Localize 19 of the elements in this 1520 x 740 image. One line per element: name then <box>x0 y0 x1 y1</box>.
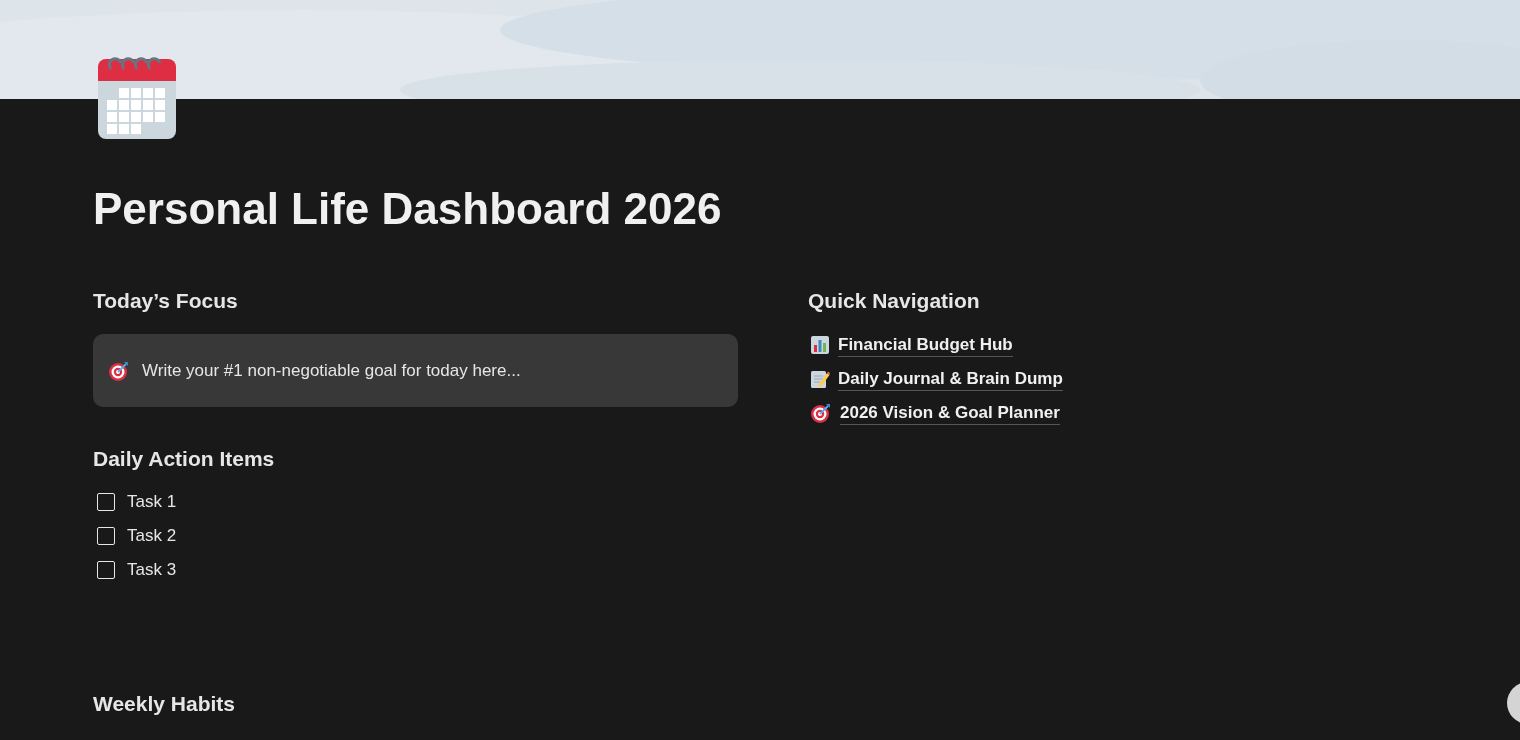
task-label: Task 1 <box>127 490 177 513</box>
callout-text: Write your #1 non-negotiable goal for today here... <box>142 359 521 382</box>
page-link[interactable]: Financial Budget Hub <box>838 333 1013 357</box>
checkbox[interactable] <box>97 526 115 545</box>
section-heading: Quick Navigation <box>808 288 981 314</box>
page-title: Personal Life Dashboard 2026 <box>93 183 723 235</box>
task-label: Task 2 <box>127 524 177 547</box>
target-icon <box>108 359 130 382</box>
task-label: Task 3 <box>127 558 177 581</box>
section-heading: Daily Action Items <box>93 446 276 472</box>
section-heading: Today’s Focus <box>93 288 239 314</box>
checkbox[interactable] <box>97 492 115 511</box>
page-link[interactable]: Daily Journal & Brain Dump <box>838 367 1063 391</box>
section-heading: Weekly Habits <box>93 691 236 717</box>
bar-chart-icon <box>810 335 830 355</box>
checkbox[interactable] <box>97 560 115 579</box>
target-icon <box>810 402 832 424</box>
page-link[interactable]: 2026 Vision & Goal Planner <box>840 401 1060 425</box>
memo-icon <box>810 369 830 389</box>
